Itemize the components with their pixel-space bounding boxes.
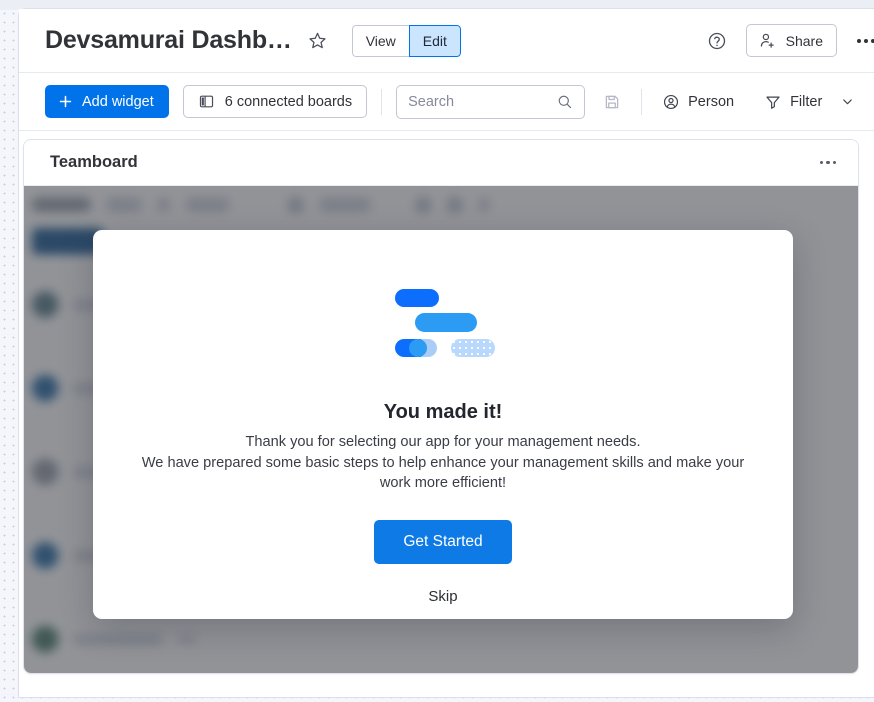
illustration-pill-3 [395,339,437,357]
chevron-down-icon[interactable] [840,94,855,109]
funnel-icon [764,93,782,111]
search-icon[interactable] [556,93,573,110]
star-outline-icon[interactable] [308,31,327,50]
filter-button[interactable]: Filter [758,88,861,116]
person-circle-icon [662,93,680,111]
illustration-pill-1 [395,289,439,307]
dashboard-toolbar: Add widget 6 connected boards [19,73,874,131]
tab-edit[interactable]: Edit [409,25,461,57]
more-horizontal-icon[interactable] [853,33,874,49]
toolbar-divider-2 [641,89,642,115]
floppy-disk-icon [597,87,627,117]
share-button[interactable]: Share [746,24,837,57]
illustration-pill-4 [451,339,495,357]
tab-view[interactable]: View [352,25,409,57]
view-edit-toggle[interactable]: View Edit [352,25,461,57]
plus-icon [57,93,74,110]
get-started-button[interactable]: Get Started [374,520,511,564]
person-filter-label: Person [688,94,734,110]
board-panel-icon [198,93,215,110]
question-circle-icon[interactable] [704,28,730,54]
stacked-pills-illustration [383,289,503,359]
dashboard-window: Devsamurai Dashb… View Edit [18,8,874,698]
header-right-actions: Share [704,24,874,57]
add-widget-label: Add widget [82,94,154,110]
person-add-icon [758,31,777,50]
app-page: Devsamurai Dashb… View Edit [0,0,874,702]
modal-body-line-1: Thank you for selecting our app for your… [133,432,753,453]
filter-label: Filter [790,94,822,110]
share-button-label: Share [786,33,823,49]
person-filter-button[interactable]: Person [656,88,740,116]
widget-more-horizontal-icon[interactable] [816,155,841,171]
modal-body-line-2: We have prepared some basic steps to hel… [133,453,753,494]
connected-boards-label: 6 connected boards [225,94,352,110]
page-title: Devsamurai Dashb… [45,26,292,55]
add-widget-button[interactable]: Add widget [45,85,169,118]
toolbar-divider-1 [381,89,382,115]
onboarding-modal: You made it! Thank you for selecting our… [93,230,793,619]
connected-boards-button[interactable]: 6 connected boards [183,85,367,118]
illustration-pill-2 [415,313,477,332]
widget-header: Teamboard [24,140,858,186]
app-header: Devsamurai Dashb… View Edit [19,9,874,73]
skip-button[interactable]: Skip [428,588,457,605]
search-input[interactable] [408,94,556,110]
search-box[interactable] [396,85,585,119]
modal-body: Thank you for selecting our app for your… [133,432,753,494]
modal-title: You made it! [384,401,503,424]
widget-title: Teamboard [50,153,138,172]
